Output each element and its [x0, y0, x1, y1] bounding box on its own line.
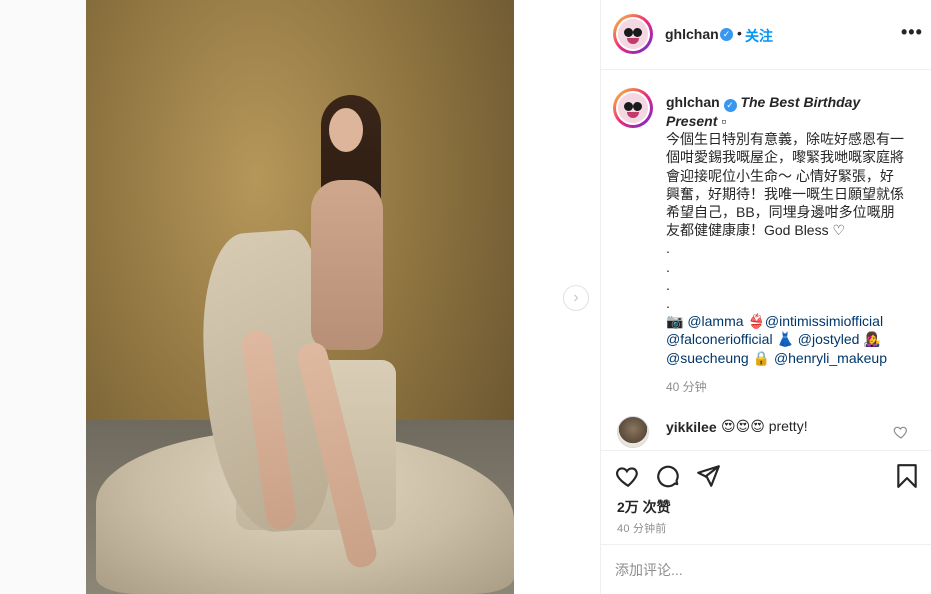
caption-title-glyph: ▫	[721, 113, 727, 129]
caption-avatar-mouth	[627, 112, 639, 118]
caption-avatar-ring	[616, 91, 650, 125]
credits-line-2: @falconeriofficial 👗 @jostyled 👩‍🎤	[666, 330, 898, 348]
comment-item: yikkilee 😍😍😍 pretty!	[601, 408, 931, 448]
stylist-icon: 👩‍🎤	[863, 331, 881, 348]
action-bar	[601, 450, 931, 498]
caption-text-line: 會迎接呢位小生命～ 心情好緊張，好	[666, 167, 894, 184]
caption-title-1: The Best Birthday	[740, 94, 861, 110]
caption-avatar[interactable]	[613, 88, 653, 128]
share-icon[interactable]	[695, 463, 721, 489]
caption-timestamp[interactable]: 40 分钟	[666, 378, 707, 395]
caption-dot: .	[666, 294, 670, 311]
mention-link[interactable]: @henryli_makeup	[774, 350, 887, 366]
caption-dot: .	[666, 258, 670, 275]
mention-link[interactable]: @suecheung	[666, 350, 749, 366]
more-icon[interactable]: •••	[901, 22, 923, 43]
caption-dot: .	[666, 240, 670, 257]
caption: ghlchan ✓ The Best Birthday Present ▫ 今個…	[666, 93, 904, 367]
comment-message: pretty!	[768, 418, 808, 434]
commenter-username[interactable]: yikkilee	[666, 419, 717, 435]
camera-icon: 📷	[666, 313, 684, 330]
comment-text: 😍😍😍 pretty!	[721, 418, 808, 435]
caption-title-2: Present	[666, 113, 718, 129]
mention-link[interactable]: @falconeriofficial	[666, 331, 773, 347]
comment-icon[interactable]	[655, 463, 681, 489]
comment-like-heart-icon[interactable]	[893, 424, 909, 440]
avatar[interactable]	[613, 14, 653, 54]
caption-avatar-image	[618, 93, 648, 123]
post-side-panel: ghlchan ✓ • 关注 ••• ghlchan ✓ The Best Bi…	[600, 0, 931, 594]
author-username[interactable]: ghlchan	[665, 26, 719, 42]
left-gutter	[0, 0, 86, 594]
swimsuit-icon: 👙	[747, 313, 765, 330]
commenter-avatar[interactable]	[617, 416, 649, 448]
post-photo[interactable]	[86, 0, 514, 594]
mention-link[interactable]: @intimissimiofficial	[765, 313, 883, 329]
caption-text-line: 興奮，好期待！我唯一嘅生日願望就係	[666, 185, 904, 202]
caption-first-line: ghlchan ✓ The Best Birthday	[666, 93, 898, 112]
caption-text-line: 希望自己，BB，同埋身邊咁多位嘅朋	[666, 204, 895, 221]
follow-button[interactable]: 关注	[745, 26, 773, 46]
caption-text-line: 友都健健康康！God Bless ♡	[666, 222, 846, 239]
mention-link[interactable]: @lamma	[687, 313, 743, 329]
separator-dot: •	[737, 25, 742, 41]
caption-second-line: Present ▫	[666, 112, 898, 130]
add-comment-bar	[601, 544, 931, 594]
caption-verified-icon: ✓	[723, 99, 737, 112]
dress-icon: 👗	[776, 331, 794, 348]
photo-figure	[311, 180, 383, 350]
credits-line-3: @suecheung 🔒 @henryli_makeup	[666, 349, 898, 367]
avatar-mouth	[627, 38, 639, 44]
avatar-image	[618, 19, 648, 49]
credits-line-1: 📷 @lamma 👙@intimissimiofficial	[666, 312, 898, 330]
avatar-ring	[616, 17, 650, 51]
caption-dot: .	[666, 276, 670, 293]
comment-input[interactable]	[615, 559, 905, 581]
post-timestamp[interactable]: 40 分钟前	[617, 520, 667, 536]
bookmark-icon[interactable]	[894, 463, 920, 489]
caption-username[interactable]: ghlchan	[666, 94, 720, 110]
verified-icon: ✓	[720, 28, 733, 41]
lock-icon: 🔒	[752, 349, 771, 366]
likes-count[interactable]: 2万 次赞	[617, 497, 671, 517]
caption-text-line: 個咁愛錫我嘅屋企，嚟緊我哋嘅家庭將	[666, 149, 904, 166]
caption-text-line: 今個生日特別有意義，除咗好感恩有一	[666, 131, 904, 148]
mention-link[interactable]: @jostyled	[798, 331, 860, 347]
next-arrow-glyph: ›	[573, 289, 579, 306]
comment-emojis: 😍😍😍	[721, 418, 765, 434]
photo-face	[329, 108, 363, 152]
post-header: ghlchan ✓ • 关注 •••	[601, 0, 931, 70]
chevron-right-icon[interactable]: ›	[563, 285, 589, 311]
heart-icon[interactable]	[615, 463, 641, 489]
